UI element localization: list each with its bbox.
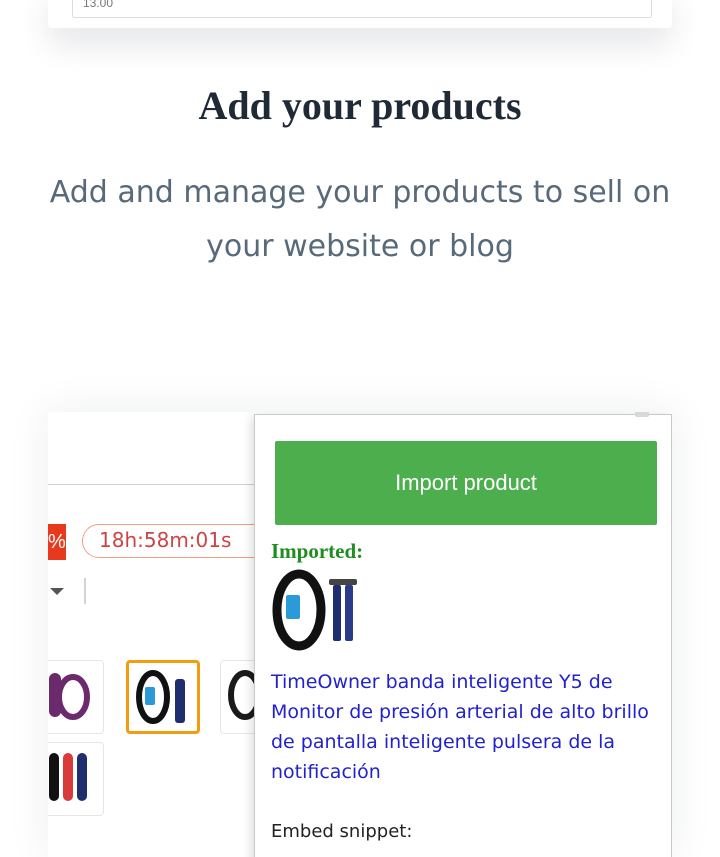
imported-product-image <box>272 569 357 651</box>
feature-screenshot: % 18h:58m:01s Import product Imported: T… <box>48 412 672 857</box>
chevron-down-icon[interactable] <box>50 588 64 595</box>
price-input[interactable]: 13.00 <box>72 0 652 18</box>
feature-description: Add and manage your products to sell on … <box>49 175 671 264</box>
embed-snippet-label: Embed snippet: <box>271 821 413 842</box>
divider <box>84 578 86 604</box>
previous-card: 13.00 <box>48 0 672 28</box>
countdown-timer: 18h:58m:01s <box>82 524 272 558</box>
product-thumbnail[interactable] <box>48 660 104 734</box>
imported-product-link[interactable]: TimeOwner banda inteligente Y5 de Monito… <box>271 667 651 787</box>
watch-bands-icon <box>49 753 87 801</box>
imported-label: Imported: <box>271 539 364 563</box>
watch-black-icon <box>228 670 262 720</box>
popup-handle <box>635 412 649 417</box>
extension-popup: Import product Imported: TimeOwner banda… <box>254 412 672 857</box>
watch-purple-icon <box>49 673 90 720</box>
store-header-divider <box>48 484 268 485</box>
watch-black-icon <box>136 670 185 724</box>
feature-title: Add your products <box>198 83 522 128</box>
product-thumbnail-selected[interactable] <box>126 660 200 734</box>
discount-badge: % <box>48 524 66 560</box>
product-thumbnail[interactable] <box>48 742 104 816</box>
import-product-button[interactable]: Import product <box>275 441 657 525</box>
